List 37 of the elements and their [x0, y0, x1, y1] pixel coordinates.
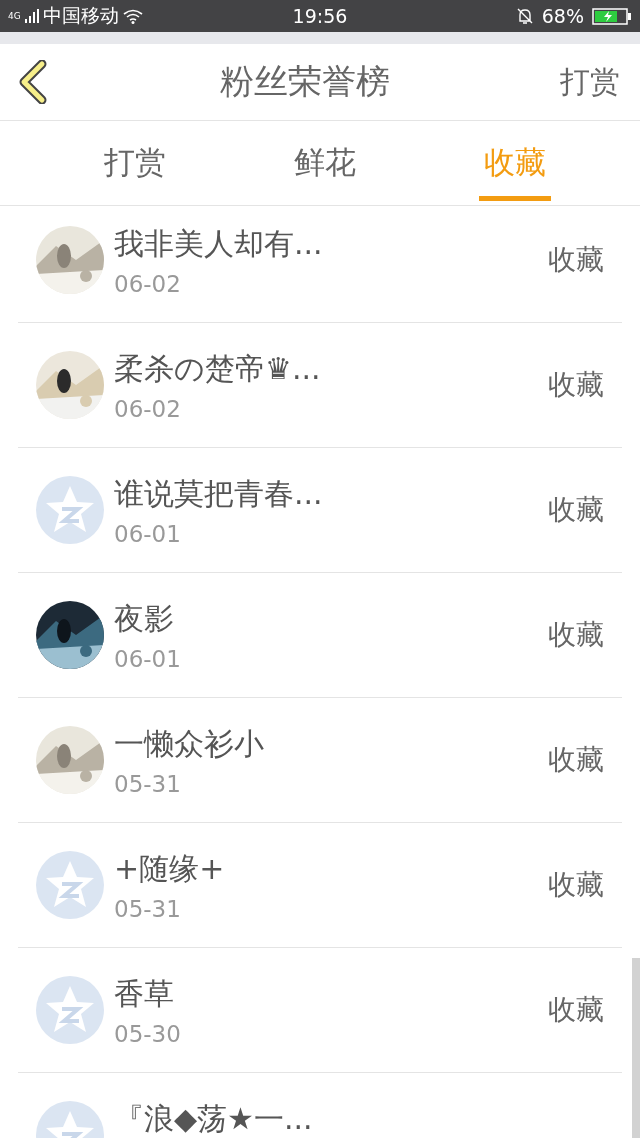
date: 05-31	[114, 896, 182, 922]
gift-type: 收藏	[548, 367, 604, 403]
clock: 19:56	[292, 5, 348, 27]
fan-name: 香草	[114, 975, 175, 1013]
page-title: 粉丝荣誉榜	[219, 60, 391, 103]
gift-type: 收藏	[548, 992, 604, 1028]
fan-name: 一懒众衫小	[114, 725, 265, 763]
default-avatar-icon	[36, 476, 104, 544]
fan-name: 谁说莫把青春...	[114, 475, 324, 513]
signal-icon	[24, 9, 39, 23]
fan-name: +随缘+	[114, 850, 226, 888]
reward-button[interactable]: 打赏	[560, 61, 620, 103]
gift-type: 收藏	[548, 742, 604, 778]
tab[interactable]: 打赏	[40, 121, 230, 205]
fan-name: 『浪◆荡★一...	[114, 1100, 314, 1138]
fan-name: 柔杀の楚帝♛...	[114, 350, 322, 388]
muted-bell-icon	[515, 7, 534, 25]
fan-name: 夜影	[114, 600, 175, 638]
gift-type: 收藏	[548, 617, 604, 653]
default-avatar-icon	[36, 851, 104, 919]
gift-type: 收藏	[548, 867, 604, 903]
network-type: 4G	[8, 11, 21, 21]
wifi-icon	[122, 8, 143, 24]
date: 06-02	[114, 396, 182, 422]
date: 06-02	[114, 271, 182, 297]
date: 05-30	[114, 1021, 182, 1047]
fan-name: 我非美人却有...	[114, 225, 324, 263]
carrier-name: 中国移动	[42, 3, 119, 28]
default-avatar-icon	[36, 976, 104, 1044]
battery-percent: 68%	[541, 5, 584, 27]
battery-icon	[592, 7, 632, 25]
tab[interactable]: 鲜花	[230, 121, 420, 205]
date: 06-01	[114, 521, 182, 547]
date: 05-31	[114, 771, 182, 797]
gift-type: 收藏	[548, 242, 604, 278]
date: 06-01	[114, 646, 182, 672]
gift-type: 收藏	[548, 492, 604, 528]
